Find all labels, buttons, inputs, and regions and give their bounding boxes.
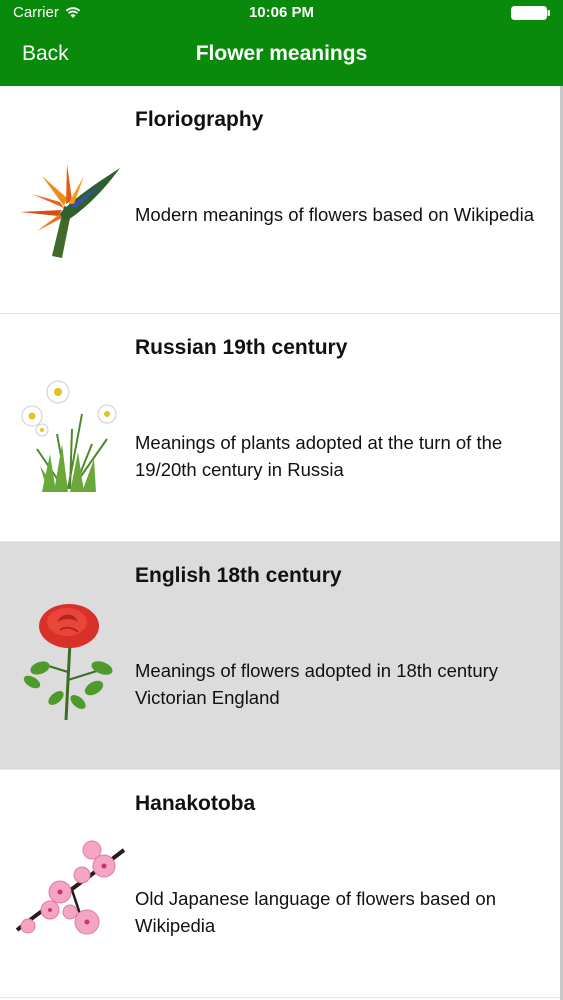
page-title: Flower meanings (195, 42, 368, 65)
header: Carrier 10:06 PM Back Flower meanings (0, 0, 563, 86)
rose-icon (23, 604, 113, 721)
item-description: Old Japanese language of flowers based o… (135, 888, 497, 936)
status-time: 10:06 PM (248, 4, 315, 21)
chamomile-icon (21, 380, 117, 492)
item-title: Russian 19th century (135, 336, 348, 359)
nav-bar: Back Flower meanings (0, 28, 563, 86)
status-bar: Carrier 10:06 PM (0, 0, 563, 28)
list-item-floriography[interactable]: Floriography Modern meanings of flowers … (0, 86, 563, 314)
item-title: English 18th century (135, 564, 342, 587)
item-description: Meanings of flowers adopted in 18th cent… (135, 660, 499, 708)
battery-icon (511, 6, 550, 20)
bird-of-paradise-icon (20, 164, 120, 258)
item-description: Modern meanings of flowers based on Wiki… (135, 204, 534, 225)
list-item-hanakotoba[interactable]: Hanakotoba Old Japanese language of flow… (0, 770, 563, 998)
item-title: Floriography (135, 108, 264, 131)
cherry-blossom-icon (15, 840, 126, 935)
item-description: Meanings of plants adopted at the turn o… (135, 432, 503, 480)
list-item-english-18th-century[interactable]: English 18th century Meanings of flowers… (0, 542, 563, 770)
list-item-russian-19th-century[interactable]: Russian 19th century Meanings of plants … (0, 314, 563, 542)
item-title: Hanakotoba (135, 792, 256, 815)
flower-meanings-list: Floriography Modern meanings of flowers … (0, 86, 563, 998)
